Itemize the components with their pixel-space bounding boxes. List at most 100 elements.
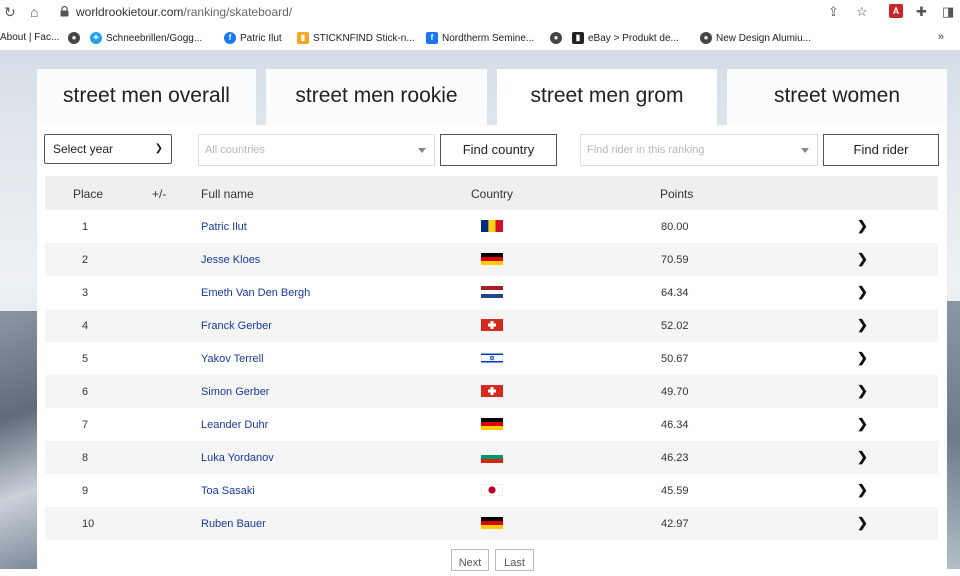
address-bar: ↻ ⌂ worldrookietour.com/ranking/skateboa…	[0, 0, 960, 25]
table-row[interactable]: 3 Emeth Van Den Bergh 64.34 ❯	[45, 276, 938, 309]
points-cell: 46.34	[661, 419, 689, 431]
country-flag-icon	[481, 517, 503, 529]
find-rider-button[interactable]: Find rider	[823, 134, 939, 166]
bookmark-item[interactable]: f Nordtherm Semine...	[426, 32, 534, 44]
place-cell: 10	[82, 518, 95, 530]
rider-name-link[interactable]: Yakov Terrell	[201, 353, 264, 365]
facebook-icon: f	[426, 32, 438, 44]
puzzle-icon[interactable]: ✚	[916, 4, 927, 20]
table-row[interactable]: 6 Simon Gerber 49.70 ❯	[45, 375, 938, 408]
place-cell: 9	[82, 485, 89, 497]
rider-name-link[interactable]: Jesse Kloes	[201, 254, 260, 266]
tab-street-men-grom[interactable]: street men grom	[497, 69, 717, 125]
bookmark-item[interactable]: ▮ STICKNFIND Stick-n...	[297, 32, 415, 44]
rider-name-link[interactable]: Leander Duhr	[201, 419, 268, 431]
points-cell: 50.67	[661, 353, 689, 365]
place-cell: 2	[82, 254, 89, 266]
table-row[interactable]: 5 Yakov Terrell 50.67 ❯	[45, 342, 938, 375]
header-full-name: Full name	[201, 187, 254, 201]
star-icon[interactable]: ☆	[856, 4, 868, 20]
chevron-down-icon: ❯	[154, 143, 163, 154]
bookmark-item[interactable]: ● ▮ eBay > Produkt de...	[550, 32, 679, 44]
shopping-bag-icon: ▮	[572, 32, 584, 44]
points-cell: 45.59	[661, 485, 689, 497]
chevron-right-icon[interactable]: ❯	[857, 317, 868, 333]
year-select-value: Select year	[53, 142, 114, 156]
chevron-right-icon[interactable]: ❯	[857, 251, 868, 267]
country-placeholder: All countries	[205, 144, 265, 156]
rider-name-link[interactable]: Toa Sasaki	[201, 485, 255, 497]
points-cell: 64.34	[661, 287, 689, 299]
chevron-right-icon[interactable]: ❯	[857, 350, 868, 366]
table-row[interactable]: 10 Ruben Bauer 42.97 ❯	[45, 507, 938, 540]
globe-icon: ●	[700, 32, 712, 44]
globe-icon: ●	[68, 32, 80, 44]
year-select[interactable]: Select year ❯	[44, 134, 172, 164]
caret-down-icon	[418, 148, 426, 153]
place-cell: 8	[82, 452, 89, 464]
chevron-right-icon[interactable]: ❯	[857, 449, 868, 465]
url-field[interactable]: worldrookietour.com/ranking/skateboard/	[76, 5, 292, 19]
table-row[interactable]: 2 Jesse Kloes 70.59 ❯	[45, 243, 938, 276]
rider-name-link[interactable]: Franck Gerber	[201, 320, 272, 332]
place-cell: 5	[82, 353, 89, 365]
table-header: Place +/- Full name Country Points	[45, 176, 938, 210]
points-cell: 70.59	[661, 254, 689, 266]
rider-search-dropdown[interactable]: Find rider in this ranking	[580, 134, 818, 166]
bookmark-item[interactable]: About | Fac...	[0, 32, 59, 43]
rider-name-link[interactable]: Simon Gerber	[201, 386, 269, 398]
place-cell: 7	[82, 419, 89, 431]
facebook-icon: f	[224, 32, 236, 44]
table-row[interactable]: 4 Franck Gerber 52.02 ❯	[45, 309, 938, 342]
points-cell: 80.00	[661, 221, 689, 233]
share-icon[interactable]: ⇪	[828, 4, 839, 20]
chevron-right-icon[interactable]: ❯	[857, 515, 868, 531]
chevron-right-icon[interactable]: ❯	[857, 218, 868, 234]
caret-down-icon	[801, 148, 809, 153]
country-flag-icon	[481, 319, 503, 331]
table-row[interactable]: 1 Patric Ilut 80.00 ❯	[45, 210, 938, 243]
rider-name-link[interactable]: Emeth Van Den Bergh	[201, 287, 310, 299]
tab-street-women[interactable]: street women	[727, 69, 947, 125]
reload-icon[interactable]: ↻	[4, 3, 16, 21]
country-flag-icon	[481, 418, 503, 430]
tab-street-men-rookie[interactable]: street men rookie	[266, 69, 487, 125]
lock-icon[interactable]	[60, 6, 69, 17]
table-row[interactable]: 9 Toa Sasaki 45.59 ❯	[45, 474, 938, 507]
country-flag-icon	[481, 451, 503, 463]
sidepanel-icon[interactable]: ◨	[942, 4, 954, 20]
bookmark-item[interactable]: ● New Design Alumiu...	[700, 32, 811, 44]
table-row[interactable]: 8 Luka Yordanov 46.23 ❯	[45, 441, 938, 474]
country-dropdown[interactable]: All countries	[198, 134, 435, 166]
next-page-button[interactable]: Next	[451, 549, 489, 571]
place-cell: 1	[82, 221, 89, 233]
last-page-button[interactable]: Last	[495, 549, 534, 571]
country-flag-icon	[481, 385, 503, 397]
bookmark-item[interactable]: ● ✦ Schneebrillen/Gogg...	[68, 32, 202, 44]
place-cell: 6	[82, 386, 89, 398]
header-country: Country	[471, 187, 514, 201]
pdf-extension-icon[interactable]: A	[889, 4, 903, 18]
rider-name-link[interactable]: Ruben Bauer	[201, 518, 266, 530]
more-bookmarks-icon[interactable]: »	[938, 31, 944, 43]
home-icon[interactable]: ⌂	[30, 3, 38, 21]
table-row[interactable]: 7 Leander Duhr 46.34 ❯	[45, 408, 938, 441]
find-country-button[interactable]: Find country	[440, 134, 557, 166]
header-points: Points	[660, 187, 694, 201]
bookmarks-bar: About | Fac... ● ✦ Schneebrillen/Gogg...…	[0, 26, 960, 51]
shopping-bag-icon: ▮	[297, 32, 309, 44]
country-flag-icon	[481, 253, 503, 265]
chevron-right-icon[interactable]: ❯	[857, 416, 868, 432]
chevron-right-icon[interactable]: ❯	[857, 284, 868, 300]
country-flag-icon	[481, 352, 503, 364]
rider-name-link[interactable]: Luka Yordanov	[201, 452, 274, 464]
country-flag-icon	[481, 484, 503, 496]
chevron-right-icon[interactable]: ❯	[857, 482, 868, 498]
header-place: Place	[73, 187, 104, 201]
butterfly-icon: ✦	[90, 32, 102, 44]
tab-street-men-overall[interactable]: street men overall	[37, 69, 256, 125]
bookmark-item[interactable]: f Patric Ilut	[224, 32, 282, 44]
header-change: +/-	[152, 187, 167, 201]
rider-name-link[interactable]: Patric Ilut	[201, 221, 247, 233]
chevron-right-icon[interactable]: ❯	[857, 383, 868, 399]
